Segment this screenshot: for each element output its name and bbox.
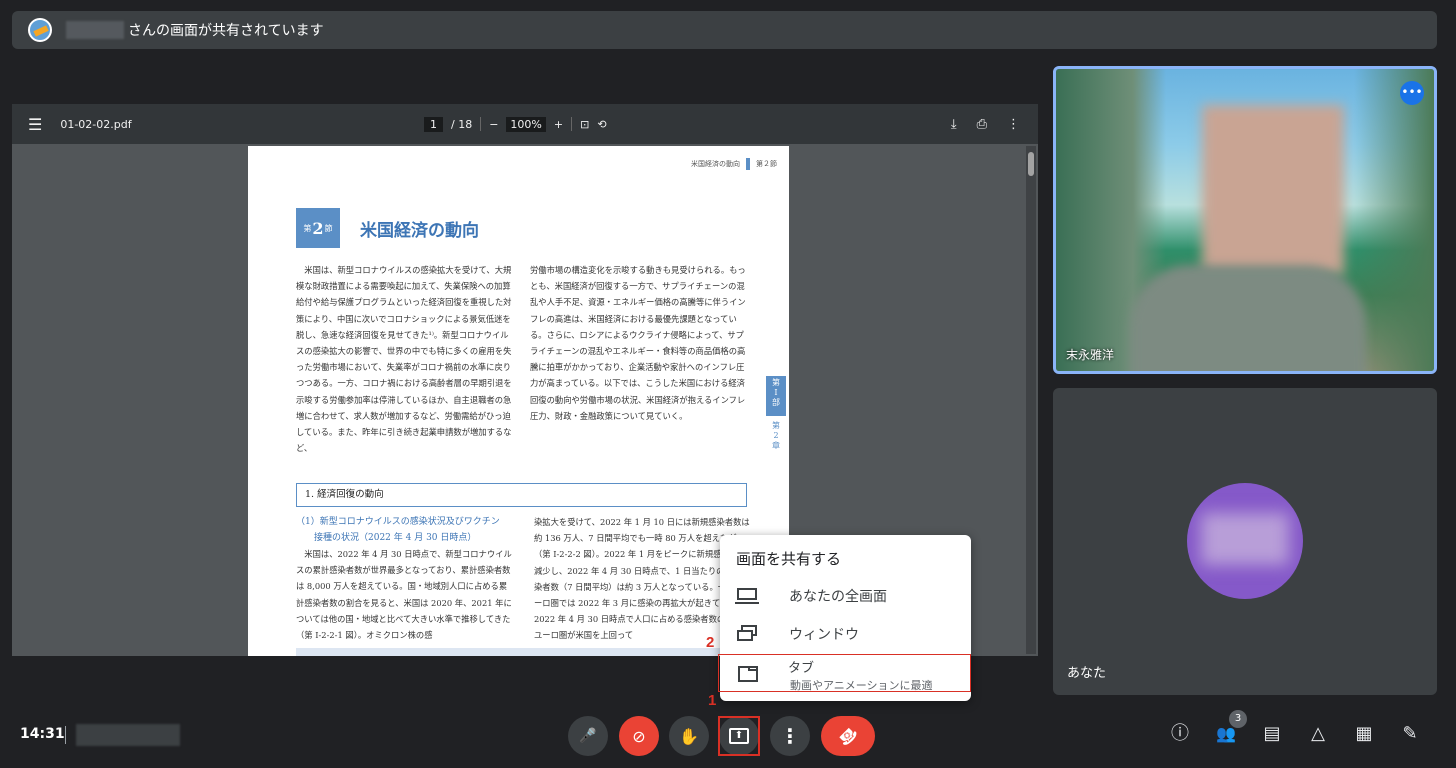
blurred-face [1202,105,1344,275]
chapter-tab: 第 2 章 [772,421,780,450]
pdf-page: 米国経済の動向 第２節 第 2 節 米国経済の動向 米国は、新型コロナウイルスの… [248,146,789,656]
option-sublabel: 動画やアニメーションに最適 [790,679,933,692]
menu-title: 画面を共有する [736,550,842,568]
more-options-button[interactable]: ⋮ [770,716,810,756]
raise-hand-button[interactable]: ✋ [669,716,709,756]
layout-icon[interactable]: ▦ [1352,722,1376,746]
part-tab: 第 I 部 [766,376,786,416]
figure-caption-strip [296,648,747,656]
leave-call-button[interactable]: ☎ [821,716,875,756]
download-icon[interactable]: ⤓ [951,117,957,132]
body-column-1: 米国は、新型コロナウイルスの感染拡大を受けて、大規模な財政措置による需要喚起に加… [296,265,512,454]
page-number-input[interactable]: 1 [424,116,443,132]
presentation-banner: さんの画面が共有されています [12,11,1437,49]
option-label: あなたの全画面 [789,589,887,605]
pdf-actions: ⤓ ⎙ ⋮ [951,117,1020,132]
fit-page-icon[interactable]: ⊡ [580,118,589,131]
participant-name: 末永雅洋 [1066,348,1115,362]
pdf-filename: 01-02-02.pdf [60,117,132,131]
sub-heading: （1）新型コロナウイルスの感染状況及びワクチン 接種の状況（2022 年 4 月… [296,517,500,543]
zoom-out-icon[interactable]: − [489,118,498,131]
participant-tile-remote[interactable]: ••• 末永雅洋 [1053,66,1437,374]
more-options-icon[interactable]: ••• [1400,81,1424,105]
pdf-page-controls: 1 / 18 − 100% + ⊡ ⟲ [424,116,607,132]
chat-icon[interactable]: ▤ [1260,722,1284,746]
divider [571,117,573,131]
host-controls-icon[interactable]: ✎ [1398,722,1422,746]
mic-button[interactable]: 🎤 [568,716,608,756]
meeting-controls-bar: 14:31 🎤 ⊘ ✋ ⬆ ⋮ ☎ ⓘ 👥 3 ▤ △ ▦ ✎ [0,710,1456,760]
activities-icon[interactable]: △ [1306,722,1330,746]
laptop-icon [735,588,759,604]
share-entire-screen-option[interactable]: あなたの全画面 [720,578,971,614]
banner-text: さんの画面が共有されています [128,23,324,39]
page-total: / 18 [451,117,473,131]
camera-toggle-button[interactable]: ⊘ [619,716,659,756]
body-column-2: 労働市場の構造変化を示唆する動きも見受けられる。もっとも、米国経済が回復する一方… [530,265,746,421]
clock: 14:31 [20,726,65,742]
zoom-input[interactable]: 100% [506,116,546,132]
zoom-in-icon[interactable]: + [554,118,563,131]
runhead-bar [746,158,750,170]
section-badge-number: 2 [312,218,324,238]
runhead-right: 第２節 [756,160,777,168]
background-rocks-right [1354,69,1434,371]
more-vert-icon[interactable]: ⋮ [1007,117,1020,132]
presenter-avatar [28,18,52,42]
info-icon[interactable]: ⓘ [1168,722,1192,746]
participant-video [1130,105,1366,371]
presenter-name-redacted [66,21,124,39]
window-icon [737,625,757,641]
callout-2: 2 [706,634,715,651]
participant-tile-self[interactable]: あなた [1053,388,1437,695]
share-tab-option[interactable]: タブ 動画やアニメーションに最適 [718,654,971,692]
section-badge-prefix: 第 [303,223,312,233]
people-count-badge: 3 [1229,710,1247,728]
tab-icon [738,666,758,682]
share-screen-menu: 画面を共有する あなたの全画面 ウィンドウ タブ 動画やアニメーションに最適 [718,535,971,701]
body-column-3: 米国は、2022 年 4 月 30 日時点で、新型コロナウイルスの累計感染者数が… [296,549,512,641]
option-label: タブ [788,661,815,676]
subsection-heading: 1. 経済回復の動向 [296,483,747,507]
meeting-code-redacted [76,724,180,746]
end-call-icon: ☎ [834,722,862,750]
hand-icon: ✋ [679,726,699,746]
avatar [1187,483,1303,599]
callout-1: 1 [708,692,717,709]
section-badge: 第 2 節 [296,208,340,248]
menu-icon[interactable]: ☰ [28,115,42,134]
section-badge-suffix: 節 [324,223,333,233]
pdf-toolbar: ☰ 01-02-02.pdf 1 / 18 − 100% + ⊡ ⟲ ⤓ ⎙ ⋮ [12,104,1038,144]
more-vert-icon: ⋮ [780,724,800,748]
pdf-scrollbar[interactable] [1026,146,1036,654]
running-header: 米国経済の動向 第２節 [691,158,777,170]
share-window-option[interactable]: ウィンドウ [720,616,971,652]
divider [65,726,66,744]
section-title: 米国経済の動向 [360,221,479,241]
participant-body [1130,265,1366,371]
rotate-icon[interactable]: ⟲ [597,118,606,131]
camera-off-icon: ⊘ [632,726,646,746]
option-label: ウィンドウ [789,627,859,643]
avatar-blurred-initials [1201,513,1289,565]
present-button-highlight [718,716,760,756]
self-name: あなた [1067,666,1107,681]
scrollbar-thumb[interactable] [1028,152,1034,176]
runhead-left: 米国経済の動向 [691,160,740,168]
divider [480,117,482,131]
print-icon[interactable]: ⎙ [977,117,987,132]
mic-icon: 🎤 [579,728,597,744]
